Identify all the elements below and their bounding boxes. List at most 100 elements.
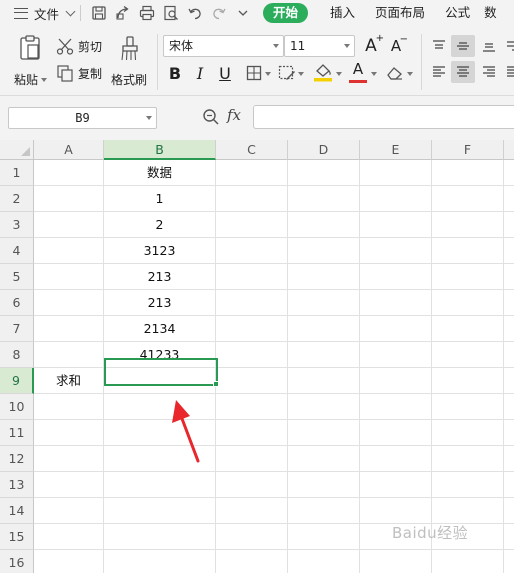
chevron-down-icon[interactable] <box>407 72 413 76</box>
cell-a9[interactable]: 求和 <box>34 368 104 394</box>
cell-a2[interactable] <box>34 186 104 212</box>
cell-e12[interactable] <box>360 446 432 472</box>
cell-e7[interactable] <box>360 316 432 342</box>
print-preview-icon[interactable] <box>162 4 180 22</box>
borders-button[interactable] <box>243 62 265 84</box>
cut-button[interactable]: 剪切 <box>56 35 106 57</box>
cell-b10[interactable] <box>104 394 216 420</box>
cell-c7[interactable] <box>216 316 288 342</box>
cell-partial[interactable] <box>504 524 514 550</box>
cell-b15[interactable] <box>104 524 216 550</box>
format-painter-button[interactable]: 格式刷 <box>110 33 150 91</box>
cell-c10[interactable] <box>216 394 288 420</box>
cell-partial[interactable] <box>504 290 514 316</box>
cell-d9[interactable] <box>288 368 360 394</box>
cell-e8[interactable] <box>360 342 432 368</box>
cell-b3[interactable]: 2 <box>104 212 216 238</box>
row-header-5[interactable]: 5 <box>0 264 34 290</box>
cell-f11[interactable] <box>432 420 504 446</box>
insert-function-icon[interactable]: fx <box>227 106 241 124</box>
name-box[interactable]: B9 <box>8 107 157 129</box>
cell-partial[interactable] <box>504 446 514 472</box>
cell-a4[interactable] <box>34 238 104 264</box>
cell-c8[interactable] <box>216 342 288 368</box>
column-header-f[interactable]: F <box>432 140 504 160</box>
cell-f16[interactable] <box>432 550 504 573</box>
cell-d2[interactable] <box>288 186 360 212</box>
print-icon[interactable] <box>138 4 156 22</box>
cell-partial[interactable] <box>504 368 514 394</box>
cell-f4[interactable] <box>432 238 504 264</box>
cell-partial[interactable] <box>504 420 514 446</box>
font-color-button[interactable]: A <box>347 60 369 83</box>
cell-b5[interactable]: 213 <box>104 264 216 290</box>
cell-d6[interactable] <box>288 290 360 316</box>
paste-button[interactable]: 粘贴 <box>14 33 47 91</box>
cell-f14[interactable] <box>432 498 504 524</box>
row-header-1[interactable]: 1 <box>0 160 34 186</box>
shrink-font-button[interactable]: A − <box>385 34 408 57</box>
cell-f13[interactable] <box>432 472 504 498</box>
cell-d12[interactable] <box>288 446 360 472</box>
cell-d3[interactable] <box>288 212 360 238</box>
tab-formulas[interactable]: 公式 <box>435 0 480 26</box>
cell-a15[interactable] <box>34 524 104 550</box>
chevron-down-icon[interactable] <box>336 72 342 76</box>
column-header-partial[interactable] <box>504 140 514 160</box>
bold-button[interactable]: B <box>164 62 186 84</box>
export-icon[interactable] <box>114 4 132 22</box>
cell-b7[interactable]: 2134 <box>104 316 216 342</box>
save-icon[interactable] <box>90 4 108 22</box>
justify-button[interactable] <box>501 61 514 83</box>
cell-d10[interactable] <box>288 394 360 420</box>
cell-f9[interactable] <box>432 368 504 394</box>
cell-f3[interactable] <box>432 212 504 238</box>
cell-a14[interactable] <box>34 498 104 524</box>
cell-d13[interactable] <box>288 472 360 498</box>
cell-b12[interactable] <box>104 446 216 472</box>
cell-c9[interactable] <box>216 368 288 394</box>
cell-f6[interactable] <box>432 290 504 316</box>
cell-a16[interactable] <box>34 550 104 573</box>
cell-a12[interactable] <box>34 446 104 472</box>
zoom-icon[interactable] <box>202 108 220 126</box>
row-header-10[interactable]: 10 <box>0 394 34 420</box>
cell-e14[interactable] <box>360 498 432 524</box>
cell-d16[interactable] <box>288 550 360 573</box>
cell-f2[interactable] <box>432 186 504 212</box>
row-header-14[interactable]: 14 <box>0 498 34 524</box>
cell-a13[interactable] <box>34 472 104 498</box>
cell-a10[interactable] <box>34 394 104 420</box>
cell-partial[interactable] <box>504 550 514 573</box>
cell-c4[interactable] <box>216 238 288 264</box>
cell-c11[interactable] <box>216 420 288 446</box>
cell-d14[interactable] <box>288 498 360 524</box>
cell-c14[interactable] <box>216 498 288 524</box>
cell-partial[interactable] <box>504 212 514 238</box>
cell-a8[interactable] <box>34 342 104 368</box>
cell-d7[interactable] <box>288 316 360 342</box>
row-header-13[interactable]: 13 <box>0 472 34 498</box>
italic-button[interactable]: I <box>189 62 211 84</box>
cell-e4[interactable] <box>360 238 432 264</box>
row-header-12[interactable]: 12 <box>0 446 34 472</box>
cell-partial[interactable] <box>504 472 514 498</box>
cell-e9[interactable] <box>360 368 432 394</box>
cell-partial[interactable] <box>504 160 514 186</box>
cell-d5[interactable] <box>288 264 360 290</box>
cell-c1[interactable] <box>216 160 288 186</box>
cell-b11[interactable] <box>104 420 216 446</box>
cell-a5[interactable] <box>34 264 104 290</box>
clear-format-button[interactable] <box>384 62 406 84</box>
cell-c3[interactable] <box>216 212 288 238</box>
align-left-button[interactable] <box>427 61 451 83</box>
align-middle-button[interactable] <box>451 35 475 57</box>
row-header-11[interactable]: 11 <box>0 420 34 446</box>
cell-d11[interactable] <box>288 420 360 446</box>
fill-handle[interactable] <box>213 381 219 387</box>
undo-icon[interactable] <box>186 4 204 22</box>
cell-partial[interactable] <box>504 498 514 524</box>
cell-c15[interactable] <box>216 524 288 550</box>
cell-e1[interactable] <box>360 160 432 186</box>
formula-input[interactable] <box>253 105 514 129</box>
